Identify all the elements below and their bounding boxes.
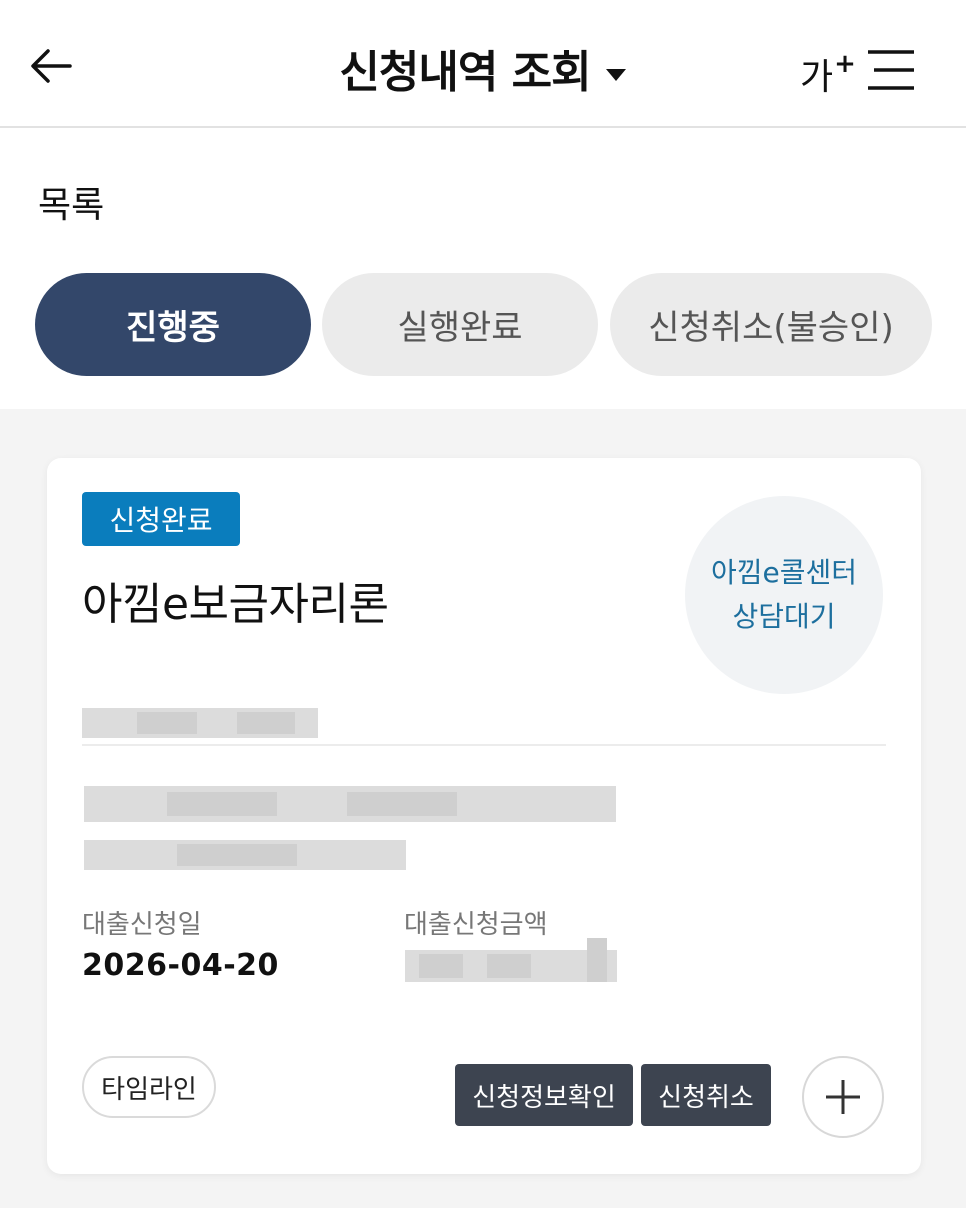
hamburger-menu-icon[interactable]	[866, 48, 916, 92]
cancel-application-button[interactable]: 신청취소	[641, 1064, 771, 1126]
call-center-name: 아낌e콜센터	[710, 556, 858, 589]
expand-plus-button[interactable]	[802, 1056, 884, 1138]
status-tabs: 진행중 실행완료 신청취소(불승인)	[35, 273, 935, 376]
application-date-label: 대출신청일	[82, 910, 202, 940]
call-center-state: 상담대기	[732, 600, 836, 633]
product-name: 아낌e보금자리론	[82, 579, 389, 630]
tab-completed[interactable]: 실행완료	[322, 273, 598, 376]
tab-cancelled[interactable]: 신청취소(불승인)	[610, 273, 932, 376]
timeline-button[interactable]: 타임라인	[82, 1056, 216, 1118]
view-application-info-button[interactable]: 신청정보확인	[455, 1064, 633, 1126]
font-size-button[interactable]: 가+	[800, 48, 856, 100]
app-header: 신청내역 조회 가+	[0, 0, 966, 128]
font-size-plus: +	[834, 49, 856, 79]
application-date-value: 2026-04-20	[82, 948, 279, 983]
application-card: 신청완료 아낌e보금자리론 아낌e콜센터 상담대기 대출신청일 2026-04-…	[47, 458, 921, 1174]
font-size-label: 가	[800, 57, 834, 98]
call-center-status[interactable]: 아낌e콜센터 상담대기	[685, 496, 883, 694]
application-amount-label: 대출신청금액	[404, 910, 548, 940]
tab-in-progress[interactable]: 진행중	[35, 273, 311, 376]
card-divider	[82, 744, 886, 746]
section-title: 목록	[38, 185, 105, 226]
status-badge: 신청완료	[82, 492, 240, 546]
plus-icon	[826, 1080, 860, 1114]
page-title: 신청내역 조회	[339, 47, 591, 98]
caret-down-icon	[605, 42, 627, 93]
application-list: 신청완료 아낌e보금자리론 아낌e콜센터 상담대기 대출신청일 2026-04-…	[0, 409, 966, 1208]
